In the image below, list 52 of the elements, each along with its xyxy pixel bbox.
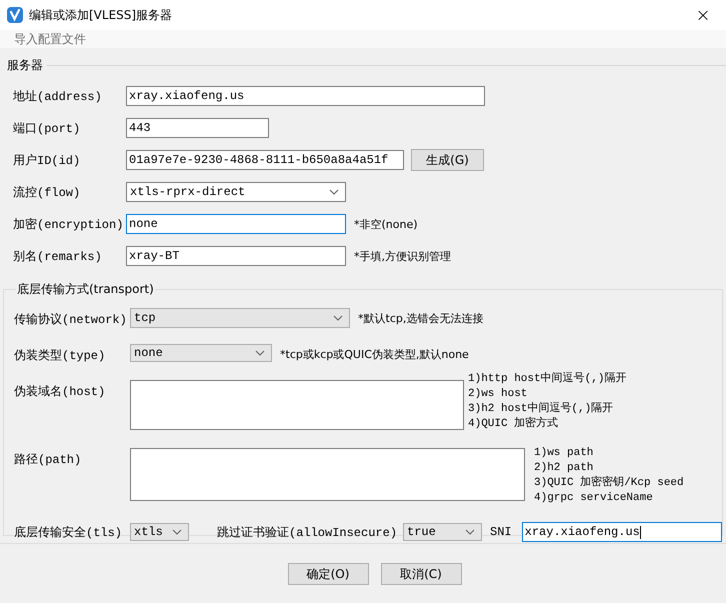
input-field[interactable]: 01a97e7e-9230-4868-8111-b650a8a4a51f bbox=[126, 150, 404, 170]
field-label: 别名(remarks) bbox=[13, 248, 103, 264]
dropdown[interactable]: xtls bbox=[130, 523, 189, 541]
hint-text: *非空(none) bbox=[354, 216, 418, 232]
hint-text: *手填,方便识别管理 bbox=[354, 248, 451, 264]
group-title: 底层传输方式(transport) bbox=[16, 281, 155, 298]
chevron-icon bbox=[329, 189, 339, 195]
chevron-icon bbox=[465, 529, 476, 535]
input-field[interactable]: 443 bbox=[126, 118, 269, 138]
hint-text: 4)QUIC 加密方式 bbox=[468, 417, 560, 432]
field-label: 端口(port) bbox=[13, 120, 82, 136]
field-label: 伪装域名(host) bbox=[14, 384, 106, 400]
hint-text: 2)ws host bbox=[468, 387, 528, 402]
field-label: 用户ID(id) bbox=[13, 152, 82, 168]
field-label: 流控(flow) bbox=[13, 184, 82, 200]
chevron-icon bbox=[255, 350, 265, 356]
window-title: 编辑或添加[VLESS]服务器 bbox=[29, 6, 172, 24]
hint-text: 1)http host中间逗号(,)隔开 bbox=[468, 372, 626, 387]
input-field[interactable]: xray.xiaofeng.us bbox=[126, 86, 485, 106]
hint-text: *tcp或kcp或QUIC伪装类型,默认none bbox=[280, 346, 469, 362]
menu-item[interactable]: 导入配置文件 bbox=[14, 30, 86, 48]
dropdown[interactable]: none bbox=[130, 344, 272, 362]
input-field[interactable]: xray-BT bbox=[126, 246, 346, 266]
hint-text: 3)QUIC 加密密钥/Kcp seed bbox=[534, 476, 684, 491]
hint-text: *默认tcp,选错会无法连接 bbox=[358, 310, 484, 326]
field-label: 加密(encryption) bbox=[13, 216, 124, 232]
field-label: 跳过证书验证(allowInsecure) bbox=[217, 524, 398, 540]
hint-text: 4)grpc serviceName bbox=[534, 491, 654, 506]
close-button[interactable]: × bbox=[680, 4, 726, 26]
dropdown[interactable]: xtls-rprx-direct bbox=[126, 182, 346, 202]
hint-text: 1)ws path bbox=[534, 446, 594, 461]
hint-text: 2)h2 path bbox=[534, 461, 594, 476]
chevron-icon bbox=[333, 315, 343, 321]
dialog-button[interactable]: 取消(C) bbox=[380, 563, 462, 585]
generate-button[interactable]: 生成(G) bbox=[411, 149, 484, 171]
dropdown[interactable]: tcp bbox=[130, 308, 350, 328]
chevron-icon bbox=[172, 529, 182, 535]
field-label: 传输协议(network) bbox=[14, 312, 128, 328]
input-field[interactable]: none bbox=[126, 214, 346, 234]
dialog-button[interactable]: 确定(O) bbox=[288, 563, 368, 585]
text-area[interactable] bbox=[130, 448, 525, 501]
app-logo-icon bbox=[7, 7, 23, 23]
field-label: 地址(address) bbox=[13, 88, 103, 104]
input-field[interactable]: xray.xiaofeng.us bbox=[522, 522, 722, 542]
field-label: 路径(path) bbox=[14, 452, 82, 468]
field-label: 底层传输安全(tls) bbox=[14, 524, 124, 540]
hint-text: 3)h2 host中间逗号(,)隔开 bbox=[468, 402, 614, 416]
group-title: 服务器 bbox=[7, 57, 44, 74]
field-label: SNI bbox=[490, 525, 512, 539]
field-label: 伪装类型(type) bbox=[14, 348, 106, 364]
text-area[interactable] bbox=[130, 380, 464, 430]
dropdown[interactable]: true bbox=[403, 523, 482, 541]
